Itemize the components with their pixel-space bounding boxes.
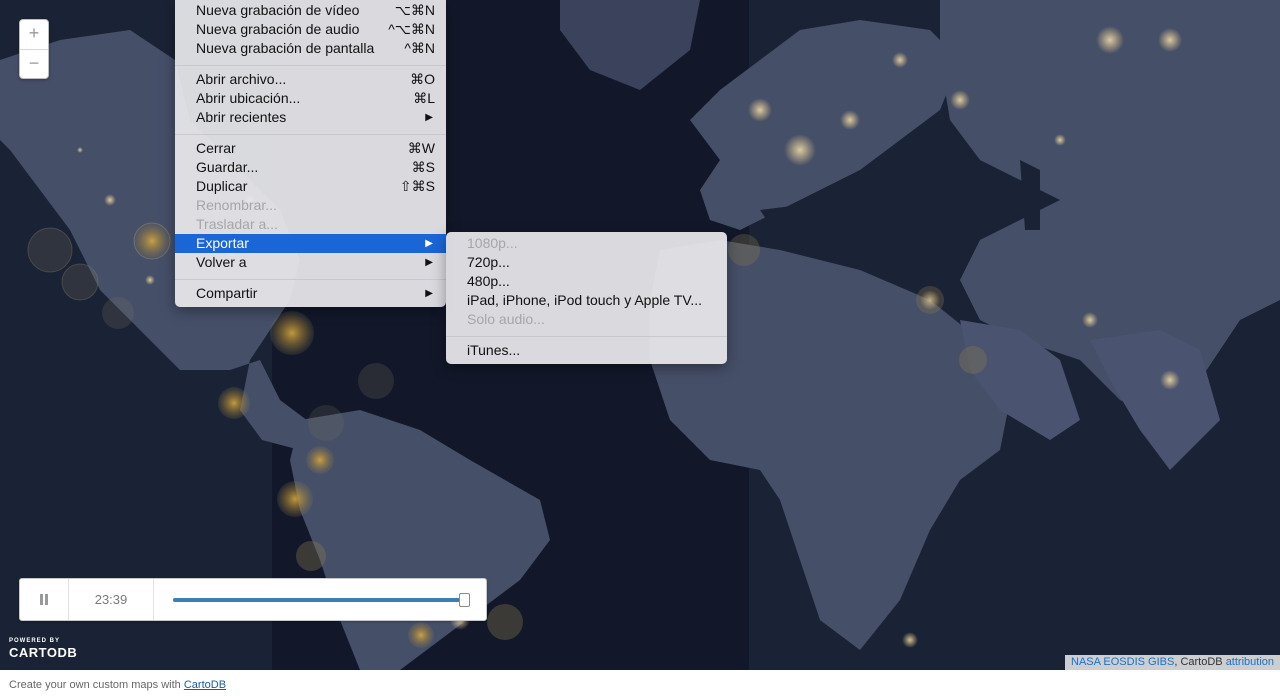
menu-item-duplicate[interactable]: Duplicar ⇧⌘S <box>175 177 446 196</box>
export-item-label: iTunes... <box>467 342 521 358</box>
time-display: 23:39 <box>69 579 154 620</box>
time-slider-panel: 23:39 <box>19 578 487 621</box>
menu-item-export[interactable]: Exportar ▶ <box>175 234 446 253</box>
menu-separator <box>175 134 446 135</box>
menu-item-label: Abrir recientes <box>196 109 287 125</box>
zoom-in-button[interactable]: + <box>20 20 48 50</box>
export-item-label: 1080p... <box>467 235 518 251</box>
menu-item-open-location[interactable]: Abrir ubicación... ⌘L <box>175 89 446 108</box>
export-item-label: Solo audio... <box>467 311 545 327</box>
footer-cartodb-link[interactable]: CartoDB <box>184 679 226 691</box>
menu-item-save[interactable]: Guardar... ⌘S <box>175 158 446 177</box>
menu-item-new-video-recording[interactable]: Nueva grabación de vídeo ⌥⌘N <box>175 1 446 20</box>
menu-item-label: Abrir archivo... <box>196 71 287 87</box>
menu-item-label: Cerrar <box>196 140 236 156</box>
menu-item-shortcut: ⌘O <box>410 71 435 87</box>
menu-item-label: Volver a <box>196 254 247 270</box>
export-item-ipad-iphone-appletv[interactable]: iPad, iPhone, iPod touch y Apple TV... <box>446 291 727 310</box>
menu-item-shortcut: ^⌘N <box>404 40 435 56</box>
export-item-label: 480p... <box>467 273 510 289</box>
export-item-audio-only: Solo audio... <box>446 310 727 329</box>
export-item-720p[interactable]: 720p... <box>446 253 727 272</box>
attribution-source-link[interactable]: NASA EOSDIS GIBS <box>1071 656 1174 668</box>
menu-item-shortcut: ⌘L <box>413 90 435 106</box>
menu-item-shortcut: ⌘S <box>411 159 435 175</box>
map-attribution: NASA EOSDIS GIBS, CartoDB attribution <box>1065 655 1280 670</box>
menu-item-label: Duplicar <box>196 178 248 194</box>
menu-item-close[interactable]: Cerrar ⌘W <box>175 139 446 158</box>
menu-item-label: Trasladar a... <box>196 216 278 232</box>
page-footer: Create your own custom maps with CartoDB <box>0 670 1280 697</box>
attribution-link[interactable]: attribution <box>1226 656 1274 668</box>
export-item-label: iPad, iPhone, iPod touch y Apple TV... <box>467 292 703 308</box>
pause-icon <box>40 594 43 605</box>
menu-item-label: Nueva grabación de vídeo <box>196 2 360 18</box>
menu-item-label: Nueva grabación de audio <box>196 21 360 37</box>
pause-icon-bar <box>45 594 48 605</box>
cartodb-logo[interactable]: POWERED BY CARTODB <box>9 638 77 660</box>
menu-item-open-file[interactable]: Abrir archivo... ⌘O <box>175 70 446 89</box>
menu-item-label: Compartir <box>196 285 258 301</box>
menu-item-label: Exportar <box>196 235 249 251</box>
export-item-itunes[interactable]: iTunes... <box>446 341 727 360</box>
export-item-1080p: 1080p... <box>446 234 727 253</box>
export-item-label: 720p... <box>467 254 510 270</box>
time-slider-track[interactable] <box>173 593 471 607</box>
submenu-arrow-icon: ▶ <box>425 257 433 268</box>
menu-item-share[interactable]: Compartir ▶ <box>175 284 446 303</box>
menu-item-shortcut: ⌥⌘N <box>394 2 435 18</box>
footer-text: Create your own custom maps with <box>9 679 184 691</box>
logo-powered-by: POWERED BY <box>9 638 61 644</box>
menu-item-new-audio-recording[interactable]: Nueva grabación de audio ^⌥⌘N <box>175 20 446 39</box>
file-menu: Nueva grabación de vídeo ⌥⌘N Nueva grabaci… <box>175 0 446 307</box>
zoom-control: + − <box>19 19 49 79</box>
menu-item-shortcut: ⌘W <box>407 140 435 156</box>
logo-name: CARTODB <box>9 645 78 660</box>
menu-item-new-screen-recording[interactable]: Nueva grabación de pantalla ^⌘N <box>175 39 446 58</box>
submenu-arrow-icon: ▶ <box>425 238 433 249</box>
menu-separator <box>175 65 446 66</box>
menu-item-shortcut: ⇧⌘S <box>399 178 435 194</box>
submenu-arrow-icon: ▶ <box>425 288 433 299</box>
zoom-out-button[interactable]: − <box>20 50 48 79</box>
menu-item-rename: Renombrar... <box>175 196 446 215</box>
attribution-separator: , CartoDB <box>1174 656 1226 668</box>
submenu-arrow-icon: ▶ <box>425 112 433 123</box>
export-submenu: 1080p... 720p... 480p... iPad, iPhone, iPod… <box>446 232 727 364</box>
pause-button[interactable] <box>20 579 69 620</box>
menu-item-revert-to[interactable]: Volver a ▶ <box>175 253 446 272</box>
menu-separator <box>175 279 446 280</box>
time-slider-handle[interactable] <box>459 593 471 607</box>
menu-item-label: Nueva grabación de pantalla <box>196 40 375 56</box>
time-slider-fill <box>173 598 465 602</box>
menu-separator <box>446 336 727 337</box>
menu-item-label: Renombrar... <box>196 197 277 213</box>
menu-item-shortcut: ^⌥⌘N <box>388 21 435 37</box>
menu-item-label: Guardar... <box>196 159 259 175</box>
menu-item-move-to: Trasladar a... <box>175 215 446 234</box>
menu-item-open-recent[interactable]: Abrir recientes ▶ <box>175 108 446 127</box>
menu-item-label: Abrir ubicación... <box>196 90 301 106</box>
export-item-480p[interactable]: 480p... <box>446 272 727 291</box>
